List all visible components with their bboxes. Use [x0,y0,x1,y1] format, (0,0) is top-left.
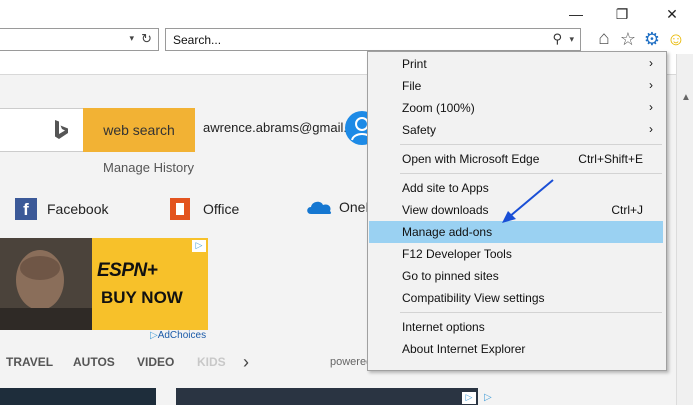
search-box[interactable]: Search... ⚲ ▾ [165,28,581,51]
category-kids[interactable]: KIDS [197,355,226,369]
minimize-button[interactable]: — [565,4,587,24]
quicklink-onedrive[interactable]: OneD [305,198,376,216]
adchoices-label: AdChoices [157,330,207,341]
annotation-arrow-icon [502,179,554,223]
close-button[interactable]: ✕ [661,4,683,24]
ad-cta[interactable]: BUY NOW [101,288,183,308]
search-icon[interactable]: ⚲ [552,31,562,47]
search-input[interactable]: Search... [173,33,221,47]
refresh-icon[interactable]: ↻ [141,31,152,47]
feedback-icon[interactable]: ☺ [666,29,686,49]
menu-item-safety[interactable]: Safety › [369,119,663,141]
web-search-button[interactable]: web search [83,108,195,152]
submenu-arrow-icon: › [649,122,653,136]
account-email[interactable]: awrence.abrams@gmail.c... [203,120,364,135]
category-video[interactable]: VIDEO [137,355,174,369]
quicklink-label: Facebook [47,201,109,217]
facebook-icon: f [15,198,37,220]
category-travel[interactable]: TRAVEL [6,355,53,369]
scroll-up-icon[interactable]: ▲ [681,92,691,103]
menu-item-label: About Internet Explorer [402,342,526,356]
search-dropdown-icon[interactable]: ▾ [569,34,574,45]
adchoices-link[interactable]: ▷AdChoices [150,330,206,341]
ad-info-icon[interactable]: ▷ [462,392,476,404]
menu-item-label: Compatibility View settings [402,291,545,305]
address-dropdown-icon[interactable]: ▾ [129,33,134,44]
tools-icon[interactable]: ⚙ [642,29,662,49]
submenu-arrow-icon: › [649,56,653,70]
menu-item-shortcut: Ctrl+J [611,203,643,217]
ad-info-icon[interactable]: ▷ [484,392,492,403]
menu-item-compatibility-view[interactable]: Compatibility View settings [369,287,663,309]
menu-item-file[interactable]: File › [369,75,663,97]
onedrive-icon [307,201,332,214]
menu-item-label: File [402,79,422,93]
manage-history-link[interactable]: Manage History [103,160,194,175]
menu-separator [400,144,662,145]
menu-item-label: Internet options [402,320,485,334]
quicklink-facebook[interactable]: f Facebook [15,198,108,220]
quicklink-label: Office [203,201,240,217]
favorites-icon[interactable]: ☆ [618,29,638,49]
quicklink-office[interactable]: Office [170,198,239,220]
bing-search-input[interactable] [0,108,86,152]
menu-item-label: Add site to Apps [402,181,489,195]
office-icon [170,198,190,220]
restore-icon: ❐ [615,5,629,22]
category-autos[interactable]: AUTOS [73,355,115,369]
menu-item-label: Safety [402,123,437,137]
fighter-image [0,238,92,330]
news-thumbnail[interactable] [0,388,156,405]
menu-item-label: Manage add-ons [402,225,493,239]
menu-item-print[interactable]: Print › [369,53,663,75]
news-thumbnail[interactable] [176,388,478,405]
menu-item-f12-developer-tools[interactable]: F12 Developer Tools [369,243,663,265]
bing-logo-icon [55,120,68,139]
submenu-arrow-icon: › [649,78,653,92]
address-bar[interactable]: ▾ ↻ [0,28,159,51]
ad-brand: ESPN+ [97,260,158,281]
menu-item-label: Print [402,57,427,71]
menu-item-pinned-sites[interactable]: Go to pinned sites [369,265,663,287]
menu-item-label: Go to pinned sites [402,269,499,283]
menu-item-label: F12 Developer Tools [402,247,512,261]
menu-separator [400,173,662,174]
close-icon: ✕ [666,5,678,22]
menu-item-internet-options[interactable]: Internet options [369,316,663,338]
restore-button[interactable]: ❐ [611,4,633,24]
menu-item-open-with-edge[interactable]: Open with Microsoft Edge Ctrl+Shift+E [369,148,663,170]
menu-item-about-ie[interactable]: About Internet Explorer [369,338,663,360]
menu-item-zoom[interactable]: Zoom (100%) › [369,97,663,119]
minimize-icon: — [569,6,583,22]
submenu-arrow-icon: › [649,100,653,114]
home-icon[interactable]: ⌂ [594,28,614,49]
adchoices-icon: ▷ [150,330,158,341]
next-categories-icon[interactable]: › [243,352,249,373]
vertical-scrollbar[interactable]: ▲ [676,54,693,405]
menu-item-shortcut: Ctrl+Shift+E [578,152,643,166]
ad-image [0,238,92,330]
menu-item-label: Open with Microsoft Edge [402,152,540,166]
menu-separator [400,312,662,313]
ad-info-icon[interactable]: ▷ [192,240,206,252]
menu-item-label: View downloads [402,203,489,217]
menu-item-label: Zoom (100%) [402,101,475,115]
